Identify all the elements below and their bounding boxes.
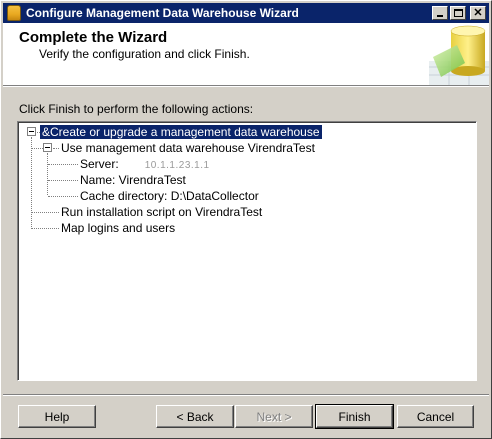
tree-item-cache-directory[interactable]: Cache directory: D:\DataCollector bbox=[80, 189, 259, 203]
tree-item-map-logins[interactable]: Map logins and users bbox=[61, 221, 175, 235]
maximize-icon bbox=[454, 9, 463, 17]
database-icon bbox=[7, 5, 21, 21]
next-button[interactable]: Next > bbox=[235, 405, 313, 428]
instruction-text: Click Finish to perform the following ac… bbox=[19, 102, 254, 116]
maximize-button[interactable] bbox=[450, 6, 466, 20]
back-button[interactable]: < Back bbox=[156, 405, 234, 428]
help-button[interactable]: Help bbox=[18, 405, 96, 428]
title-bar[interactable]: Configure Management Data Warehouse Wiza… bbox=[3, 3, 489, 23]
wizard-window: Configure Management Data Warehouse Wiza… bbox=[0, 0, 492, 439]
page-title: Complete the Wizard bbox=[19, 29, 168, 46]
collapse-root-icon[interactable] bbox=[27, 127, 36, 136]
minimize-icon bbox=[437, 15, 443, 17]
wizard-header: Complete the Wizard Verify the configura… bbox=[3, 23, 489, 85]
tree-connector bbox=[48, 164, 78, 165]
wizard-banner-icon bbox=[429, 25, 489, 85]
tree-item-server[interactable]: Server: 10.1.1.23.1.1 bbox=[80, 157, 210, 173]
close-button[interactable]: ✕ bbox=[470, 6, 486, 20]
tree-item-name[interactable]: Name: VirendraTest bbox=[80, 173, 186, 187]
window-title: Configure Management Data Warehouse Wiza… bbox=[26, 6, 299, 20]
minimize-button[interactable] bbox=[432, 6, 448, 20]
actions-tree[interactable]: &Create or upgrade a management data war… bbox=[17, 121, 477, 381]
server-label: Server: bbox=[80, 157, 119, 171]
tree-connector bbox=[31, 137, 32, 229]
tree-connector bbox=[48, 180, 78, 181]
cancel-button[interactable]: Cancel bbox=[397, 405, 474, 428]
footer-divider bbox=[3, 394, 489, 396]
tree-connector bbox=[48, 196, 78, 197]
tree-item-create-warehouse[interactable]: &Create or upgrade a management data war… bbox=[40, 125, 322, 139]
page-subtitle: Verify the configuration and click Finis… bbox=[39, 47, 250, 61]
tree-connector bbox=[32, 148, 43, 149]
tree-connector bbox=[53, 148, 59, 149]
window-controls: ✕ bbox=[432, 6, 486, 20]
server-value: 10.1.1.23.1.1 bbox=[144, 160, 210, 171]
header-divider bbox=[3, 85, 489, 87]
tree-item-use-warehouse[interactable]: Use management data warehouse VirendraTe… bbox=[61, 141, 315, 155]
collapse-use-node-icon[interactable] bbox=[43, 143, 52, 152]
tree-item-run-script[interactable]: Run installation script on VirendraTest bbox=[61, 205, 262, 219]
finish-button[interactable]: Finish bbox=[315, 404, 394, 429]
close-icon: ✕ bbox=[473, 7, 483, 19]
tree-connector bbox=[47, 153, 48, 195]
tree-connector bbox=[32, 212, 59, 213]
tree-connector bbox=[32, 228, 59, 229]
